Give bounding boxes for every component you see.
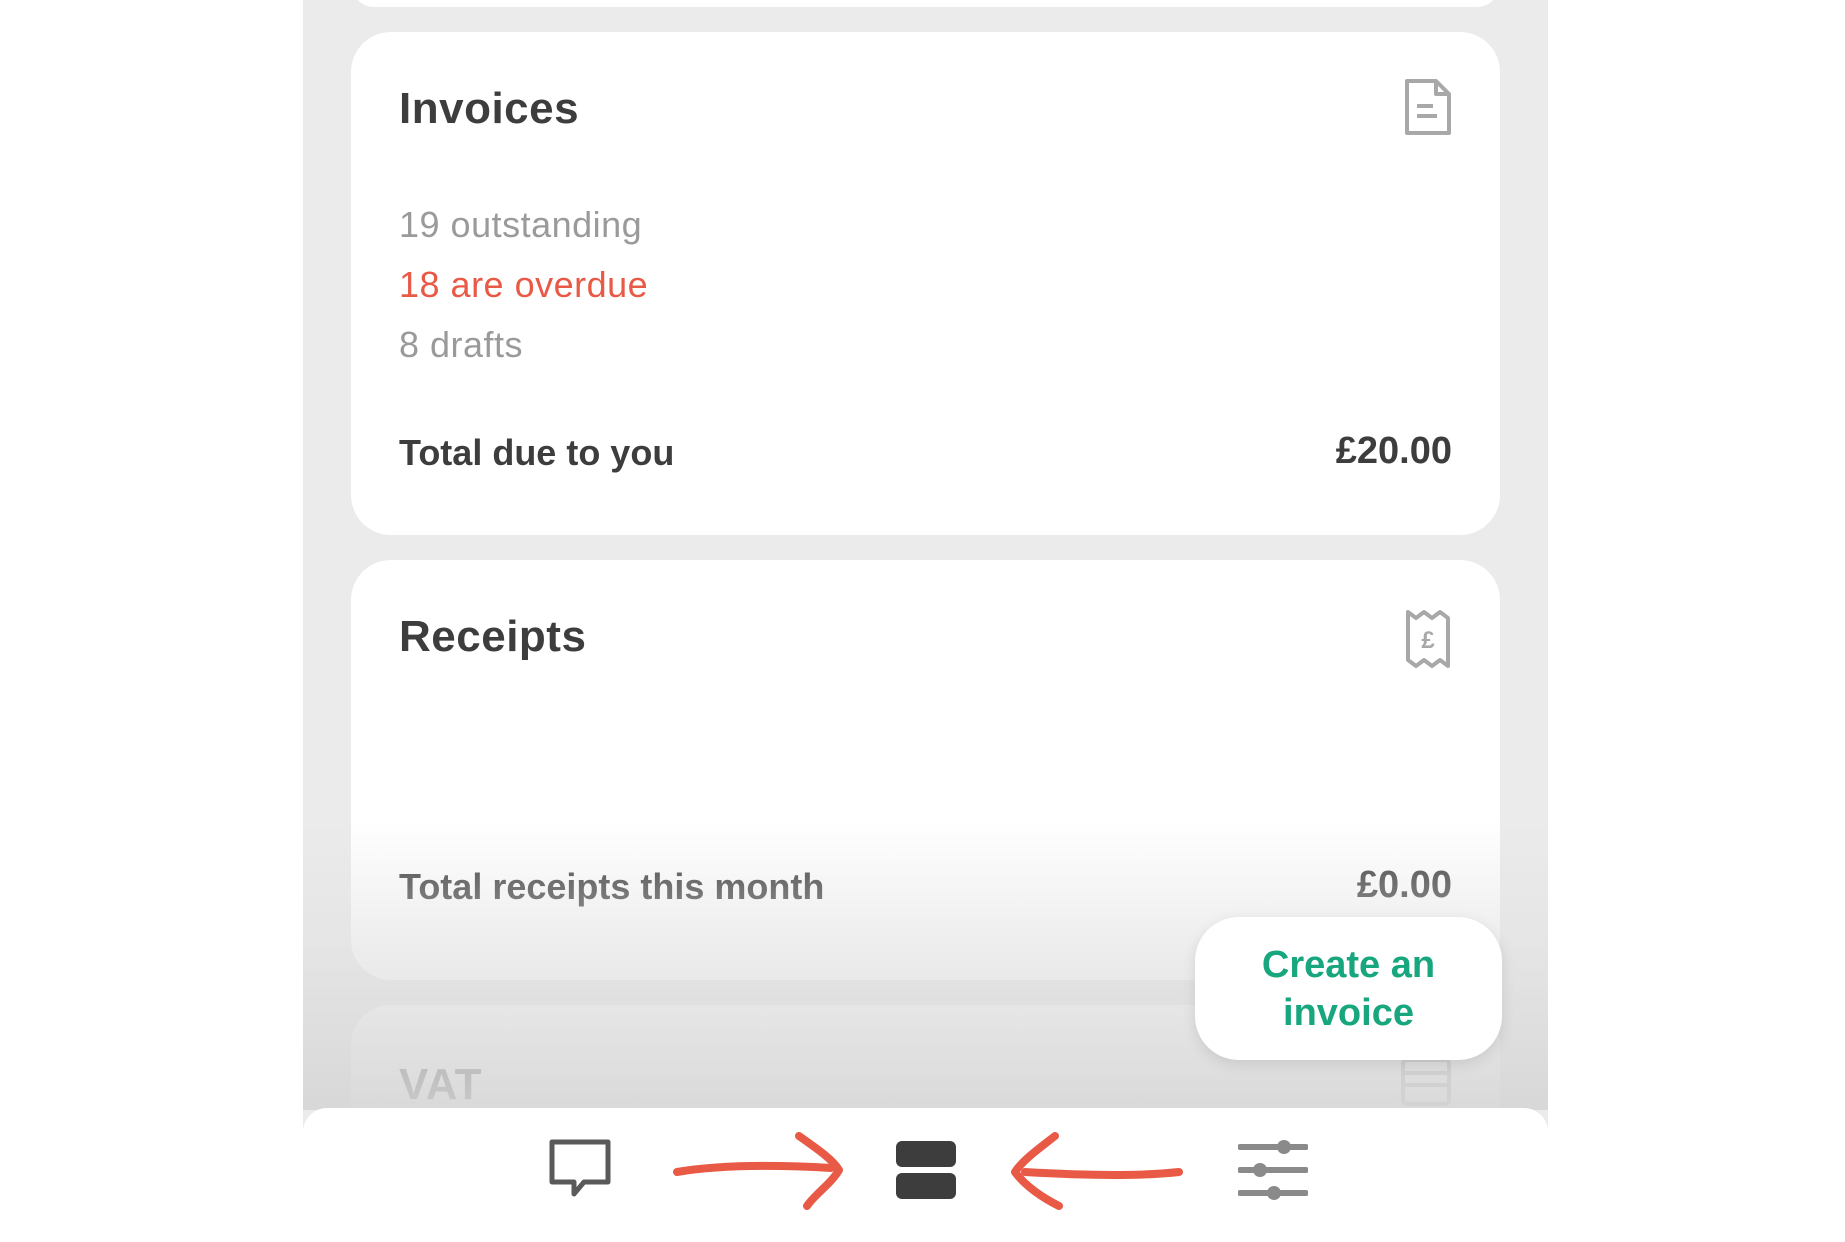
- app-screen: Invoices 19 outstanding 18 are overdue 8…: [303, 0, 1548, 1242]
- create-invoice-label: Create an invoice: [1261, 943, 1436, 1034]
- total-due-value: £20.00: [1335, 430, 1452, 472]
- create-invoice-button[interactable]: Create an invoice: [1195, 917, 1502, 1060]
- bottom-tab-bar: [303, 1108, 1548, 1242]
- chat-bubble-icon: [549, 1139, 611, 1197]
- calculator-icon: [1400, 1057, 1452, 1112]
- previous-card: [351, 0, 1500, 7]
- receipts-title: Receipts: [399, 612, 587, 661]
- tab-settings[interactable]: [1233, 1130, 1313, 1210]
- svg-text:£: £: [1421, 627, 1435, 654]
- annotation-arrow-left: [1011, 1132, 1183, 1210]
- invoices-card[interactable]: Invoices 19 outstanding 18 are overdue 8…: [351, 32, 1500, 535]
- total-receipts-value: £0.00: [1356, 864, 1452, 906]
- document-icon: [1404, 78, 1452, 141]
- drafts-count: 8 drafts: [399, 324, 524, 365]
- total-due-label: Total due to you: [399, 432, 675, 473]
- receipt-pound-icon: £: [1404, 608, 1452, 675]
- vat-title: VAT: [399, 1060, 482, 1109]
- tab-chat[interactable]: [540, 1130, 620, 1210]
- invoices-title: Invoices: [399, 84, 580, 133]
- total-receipts-label: Total receipts this month: [399, 866, 825, 907]
- stacked-cards-icon: [896, 1141, 956, 1199]
- annotation-arrow-right: [673, 1132, 843, 1210]
- overdue-count: 18 are overdue: [399, 264, 649, 305]
- outstanding-count: 19 outstanding: [399, 204, 643, 245]
- sliders-icon: [1238, 1140, 1308, 1200]
- tab-overview[interactable]: [886, 1130, 966, 1210]
